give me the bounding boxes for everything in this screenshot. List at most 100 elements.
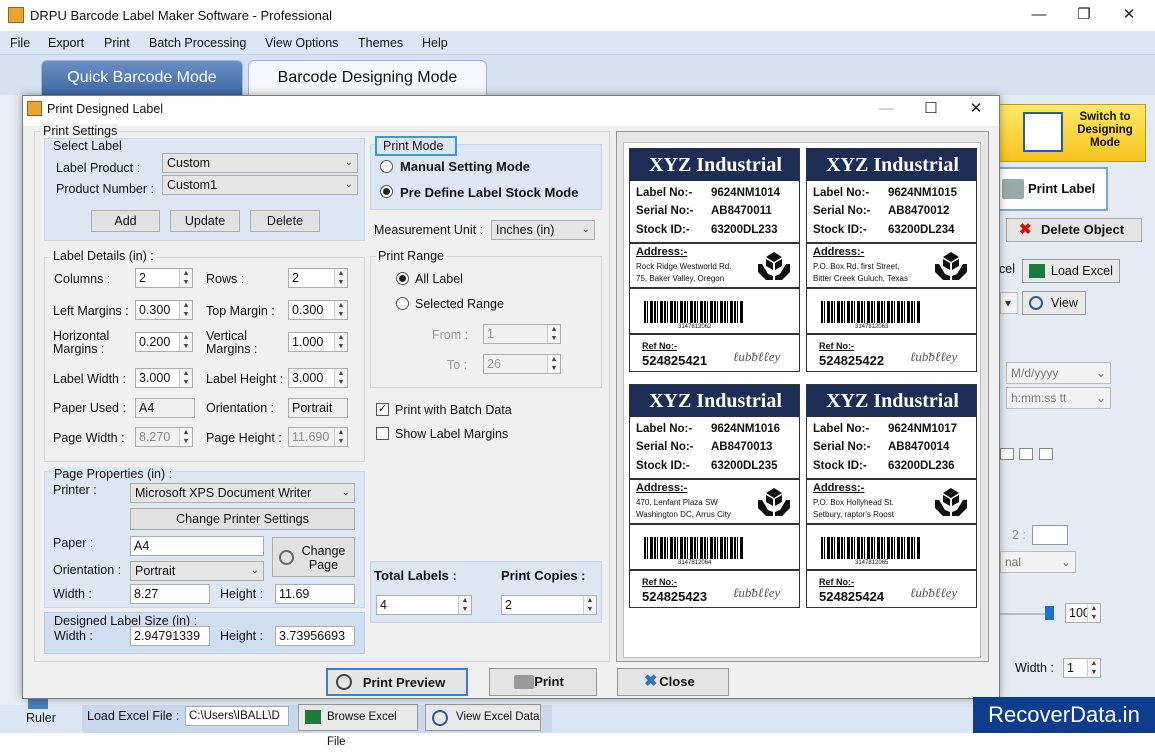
show-label-margins-checkbox[interactable] [376, 427, 389, 440]
measurement-unit-dropdown[interactable]: Inches (in) ⌄ [491, 220, 595, 240]
close-button[interactable]: ✖ Close [617, 668, 729, 696]
designing-mode-icon [1023, 112, 1063, 152]
print-preview-button[interactable]: Print Preview [326, 668, 468, 696]
date-format-dropdown[interactable]: M/d/yyyy ⌄ [1006, 362, 1111, 384]
horizontal-margins-spinner[interactable]: 0.200 ▲ ▼ [135, 332, 193, 352]
selected-range-radio[interactable] [396, 297, 409, 310]
total-labels-spinner[interactable]: 4 ▲ ▼ [376, 595, 472, 615]
tab-barcode-designing-mode[interactable]: Barcode Designing Mode [248, 60, 487, 95]
barcode-image [644, 537, 744, 559]
barcode-number: 3147812065 [855, 560, 889, 566]
show-label-margins-label[interactable]: Show Label Margins [395, 427, 508, 441]
orientation-dropdown[interactable]: Portrait ⌄ [130, 561, 264, 581]
time-format-dropdown[interactable]: h:mm:ss tt ⌄ [1006, 387, 1111, 409]
menu-file[interactable]: File [10, 36, 30, 50]
menu-export[interactable]: Export [48, 36, 84, 50]
tab-quick-barcode-mode[interactable]: Quick Barcode Mode [41, 60, 243, 95]
paper-field[interactable]: A4 [130, 536, 264, 556]
change-page-button[interactable]: Change Page [272, 537, 355, 577]
delete-object-button[interactable]: ✖ Delete Object [1006, 218, 1142, 242]
designed-width-field[interactable]: 2.94791339 [130, 626, 210, 646]
width-props-field[interactable]: 8.27 [130, 584, 210, 604]
dialog-close-icon[interactable]: ✕ [961, 98, 991, 120]
maximize-icon[interactable]: ❐ [1069, 4, 1099, 26]
serial-no-caption: Serial No:- [636, 205, 694, 217]
divider [807, 333, 976, 335]
print-label-button[interactable]: Print Label [998, 167, 1108, 211]
style-dropdown[interactable]: nal ⌄ [1000, 551, 1076, 573]
handle-with-care-icon [758, 488, 790, 516]
print-with-batch-label[interactable]: Print with Batch Data [395, 403, 512, 417]
divider [630, 569, 799, 571]
product-number-value: Custom1 [167, 178, 218, 192]
menu-print[interactable]: Print [104, 36, 130, 50]
menu-themes[interactable]: Themes [358, 36, 403, 50]
excel-path-input[interactable]: C:\Users\IBALL\D [185, 706, 289, 726]
ref-no-value: 524825421 [642, 353, 708, 368]
ref-no-caption: Ref No:- [819, 341, 854, 351]
signature: ℓubᵬℓℓey [910, 585, 958, 600]
height-props-field[interactable]: 11.69 [275, 584, 355, 604]
all-label-text[interactable]: All Label [415, 272, 463, 286]
printer-dropdown[interactable]: Microsoft XPS Document Writer ⌄ [130, 483, 355, 503]
delete-x-icon: ✖ [1019, 221, 1032, 238]
selected-range-text[interactable]: Selected Range [415, 297, 504, 311]
print-copies-label: Print Copies : [501, 568, 586, 583]
add-button[interactable]: Add [91, 210, 160, 232]
label-width-spinner[interactable]: 3.000 ▲ ▼ [135, 368, 193, 388]
label-no-value: 9624NM1016 [711, 423, 781, 435]
menu-view-options[interactable]: View Options [265, 36, 338, 50]
predefine-label-stock-radio[interactable] [380, 185, 393, 198]
address-line-1: Rock Ridge Westworld Rd. [636, 262, 732, 271]
from-spinner: 1 ▲ ▼ [483, 324, 561, 344]
align-center-icon[interactable] [1019, 448, 1033, 460]
label-height-spinner[interactable]: 3.000 ▲ ▼ [288, 368, 348, 388]
divider [807, 287, 976, 289]
change-printer-settings-button[interactable]: Change Printer Settings [130, 508, 355, 530]
label-product-dropdown[interactable]: Custom ⌄ [162, 153, 358, 173]
width-spinner[interactable]: 1 ▲ ▼ [1063, 658, 1101, 678]
stock-id-caption: Stock ID:- [636, 460, 690, 472]
divider [807, 523, 976, 525]
ruler-label[interactable]: Ruler [26, 711, 56, 725]
size-spinner[interactable]: 100 ▲ ▼ [1065, 603, 1101, 623]
menu-batch-processing[interactable]: Batch Processing [149, 36, 246, 50]
print-with-batch-checkbox[interactable]: ✓ [376, 403, 389, 416]
print-designed-label-dialog: Print Designed Label — ☐ ✕ Print Setting… [22, 95, 1000, 699]
align-left-icon[interactable] [1000, 448, 1014, 460]
print-copies-spinner[interactable]: 2 ▲ ▼ [501, 595, 597, 615]
excel-dropdown[interactable]: ▾ [1000, 292, 1018, 314]
view-excel-data-button[interactable]: View Excel Data [425, 704, 541, 731]
all-label-radio[interactable] [396, 272, 409, 285]
product-number-dropdown[interactable]: Custom1 ⌄ [162, 175, 358, 195]
address-line-1: 470, Lenfant Plaza SW [636, 498, 718, 507]
manual-setting-radio[interactable] [380, 160, 393, 173]
color-box[interactable] [1032, 525, 1068, 545]
stock-id-value: 63200DL234 [888, 224, 955, 236]
dialog-minimize-icon[interactable]: — [871, 98, 901, 120]
load-excel-button[interactable]: Load Excel [1022, 259, 1120, 283]
left-margins-spinner[interactable]: 0.300 ▲ ▼ [135, 300, 193, 320]
align-right-icon[interactable] [1039, 448, 1053, 460]
view-button[interactable]: View [1022, 291, 1086, 315]
top-margin-spinner[interactable]: 0.300 ▲ ▼ [288, 300, 348, 320]
rows-spinner[interactable]: 2 ▲ ▼ [288, 268, 348, 288]
close-icon[interactable]: ✕ [1114, 4, 1144, 26]
delete-button[interactable]: Delete [250, 210, 320, 232]
minimize-icon[interactable]: — [1024, 4, 1054, 26]
size-slider-thumb[interactable] [1045, 606, 1054, 620]
designed-height-field[interactable]: 3.73956693 [275, 626, 355, 646]
manual-setting-label[interactable]: Manual Setting Mode [400, 159, 530, 174]
vertical-margins-spinner[interactable]: 1.000 ▲ ▼ [288, 332, 348, 352]
switch-to-designing-mode-button[interactable]: Switch to Designing Mode [998, 104, 1146, 162]
dialog-maximize-icon[interactable]: ☐ [916, 98, 946, 120]
page-height-value: 11.690 [292, 430, 330, 444]
menu-help[interactable]: Help [422, 36, 448, 50]
browse-excel-file-button[interactable]: Browse Excel File [298, 704, 418, 748]
label-no-caption: Label No:- [636, 423, 693, 435]
update-button[interactable]: Update [170, 210, 240, 232]
columns-spinner[interactable]: 2 ▲ ▼ [135, 268, 193, 288]
predefine-label-stock-label[interactable]: Pre Define Label Stock Mode [400, 185, 578, 200]
print-button[interactable]: Print [489, 668, 597, 696]
dialog-icon [27, 101, 42, 116]
